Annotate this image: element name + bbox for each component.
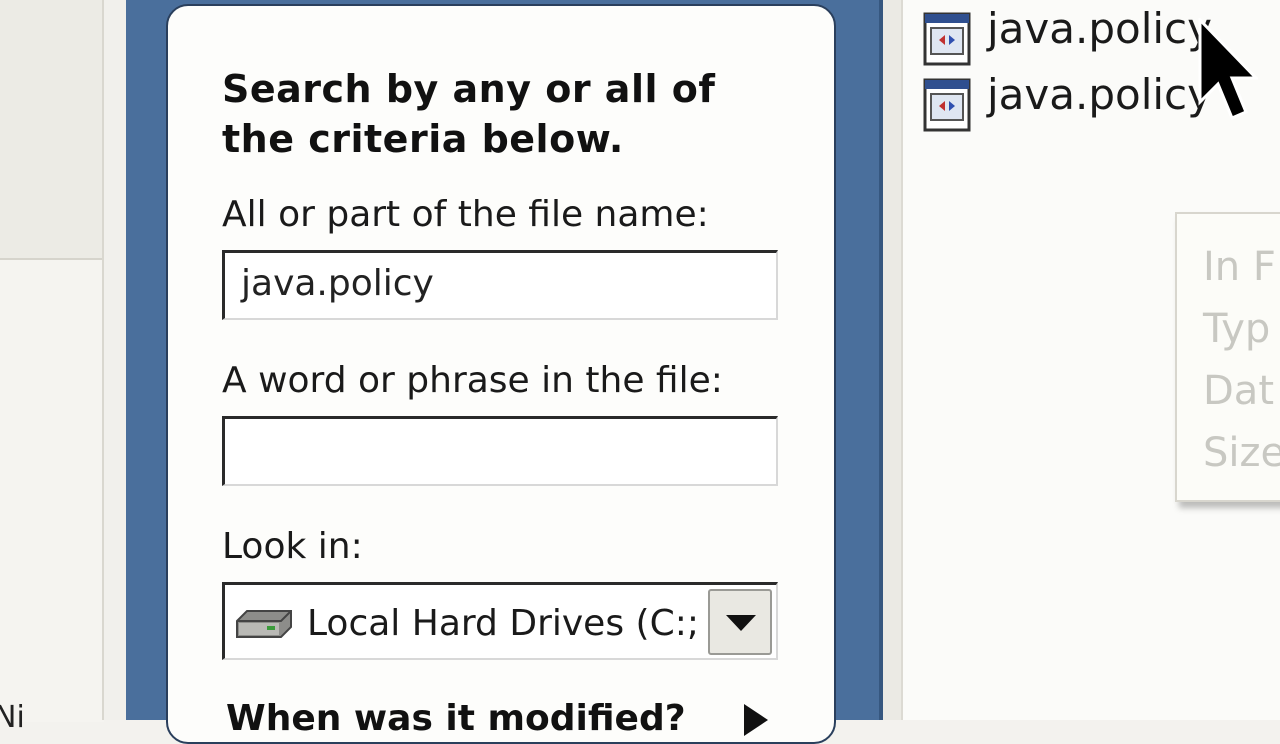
tooltip-line: Dat [1203,368,1274,414]
policy-file-icon [923,12,971,66]
policy-file-icon [923,78,971,132]
file-info-tooltip: In F Typ Dat Size [1175,212,1280,502]
search-heading: Search by any or all of the criteria bel… [222,64,715,164]
lookin-select[interactable]: Local Hard Drives (C:; [222,582,778,660]
search-heading-line2: the criteria below. [222,117,624,161]
lookin-dropdown-button[interactable] [708,589,772,655]
left-pane-clipped-text: Ni [0,700,25,735]
file-name: java.policy [987,4,1212,53]
lookin-label: Look in: [222,526,363,567]
phrase-input[interactable] [222,416,778,486]
left-pane-lower [0,258,104,722]
file-name: java.policy [987,70,1212,119]
chevron-down-icon [726,615,756,631]
filename-label: All or part of the file name: [222,194,709,235]
modified-section-toggle[interactable]: When was it modified? [226,698,686,739]
lookin-selected-value: Local Hard Drives (C:; [307,603,699,644]
filename-input[interactable]: java.policy [222,250,778,320]
left-nav-pane: Ni [0,0,104,735]
tooltip-line: Size [1203,430,1280,476]
hard-drive-icon [236,610,292,638]
pane-splitter[interactable] [104,0,127,720]
mouse-pointer-icon [1198,18,1258,120]
phrase-label: A word or phrase in the file: [222,360,723,401]
tooltip-line: In F [1203,244,1276,290]
tooltip-line: Typ [1203,306,1271,352]
search-companion-panel: Search by any or all of the criteria bel… [126,0,883,744]
search-heading-line1: Search by any or all of [222,67,716,111]
results-splitter[interactable] [883,0,903,720]
expand-arrow-icon[interactable] [738,700,778,740]
